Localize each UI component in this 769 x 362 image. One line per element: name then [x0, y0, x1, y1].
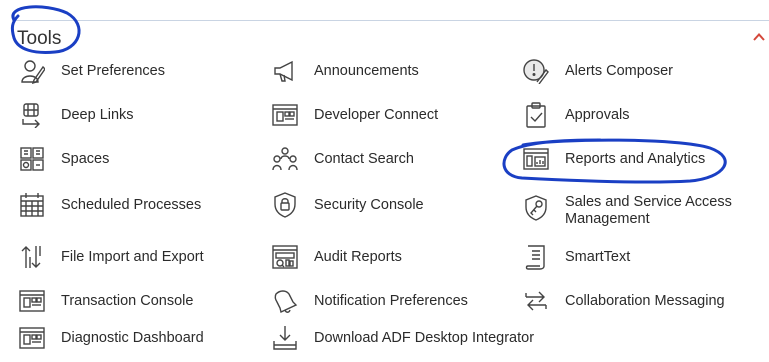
tool-download-adf-desktop-integrator[interactable]: Download ADF Desktop Integrator: [272, 323, 534, 353]
tool-label: Sales and Service Access Management: [565, 194, 732, 227]
tool-diagnostic-dashboard[interactable]: Diagnostic Dashboard: [19, 323, 204, 353]
import-export-icon: [19, 244, 45, 270]
calendar-icon: [19, 192, 45, 218]
tool-label: Contact Search: [314, 150, 414, 167]
tool-deep-links[interactable]: Deep Links: [19, 100, 134, 130]
tool-reports-and-analytics[interactable]: Reports and Analytics: [523, 144, 705, 174]
tool-label: Transaction Console: [61, 292, 194, 309]
audit-report-icon: [272, 244, 298, 270]
deep-links-icon: [19, 102, 45, 128]
report-chart-icon: [523, 146, 549, 172]
user-pen-icon: [19, 58, 45, 84]
tool-scheduled-processes[interactable]: Scheduled Processes: [19, 190, 201, 220]
tool-label: Scheduled Processes: [61, 196, 202, 213]
tool-label: Notification Preferences: [314, 292, 468, 309]
tool-alerts-composer[interactable]: Alerts Composer: [523, 56, 673, 86]
tool-label: Set Preferences: [61, 62, 165, 79]
bell-icon: [272, 288, 298, 314]
tool-label: Security Console: [314, 196, 424, 213]
window-panel-icon: [19, 325, 45, 351]
tool-audit-reports[interactable]: Audit Reports: [272, 242, 402, 272]
tool-label: Audit Reports: [314, 248, 402, 265]
smarttext-document-icon: [523, 244, 549, 270]
tool-transaction-console[interactable]: Transaction Console: [19, 286, 193, 316]
tools-grid: Set Preferences Announcements Alerts Com…: [0, 0, 769, 362]
tool-approvals[interactable]: Approvals: [523, 100, 629, 130]
tool-label: Download ADF Desktop Integrator: [314, 329, 535, 346]
tool-collaboration-messaging[interactable]: Collaboration Messaging: [523, 286, 725, 316]
megaphone-icon: [272, 58, 298, 84]
exchange-arrows-icon: [523, 288, 549, 314]
tool-security-console[interactable]: Security Console: [272, 190, 424, 220]
tool-label: SmartText: [565, 248, 631, 265]
spaces-grid-icon: [19, 146, 45, 172]
tool-label: Reports and Analytics: [565, 150, 706, 167]
tool-file-import-and-export[interactable]: File Import and Export: [19, 242, 204, 272]
tool-label: Developer Connect: [314, 106, 439, 123]
tool-announcements[interactable]: Announcements: [272, 56, 419, 86]
tool-sales-and-service-access-management[interactable]: Sales and Service Access Management: [523, 186, 765, 230]
tool-label: Spaces: [61, 150, 110, 167]
tool-label: Announcements: [314, 62, 419, 79]
tool-set-preferences[interactable]: Set Preferences: [19, 56, 165, 86]
window-panel-icon: [272, 102, 298, 128]
tool-notification-preferences[interactable]: Notification Preferences: [272, 286, 468, 316]
shield-key-icon: [523, 195, 549, 221]
tool-label: Collaboration Messaging: [565, 292, 725, 309]
shield-lock-icon: [272, 192, 298, 218]
tool-label: Approvals: [565, 106, 630, 123]
tool-developer-connect[interactable]: Developer Connect: [272, 100, 438, 130]
tool-label: File Import and Export: [61, 248, 204, 265]
window-panel-icon: [19, 288, 45, 314]
tool-label: Diagnostic Dashboard: [61, 329, 204, 346]
clipboard-check-icon: [523, 102, 549, 128]
contact-search-icon: [272, 146, 298, 172]
tool-label: Alerts Composer: [565, 62, 673, 79]
tool-label: Deep Links: [61, 106, 134, 123]
download-tray-icon: [272, 325, 298, 351]
alert-pen-icon: [523, 58, 549, 84]
tool-contact-search[interactable]: Contact Search: [272, 144, 414, 174]
tool-spaces[interactable]: Spaces: [19, 144, 109, 174]
tool-smarttext[interactable]: SmartText: [523, 242, 630, 272]
